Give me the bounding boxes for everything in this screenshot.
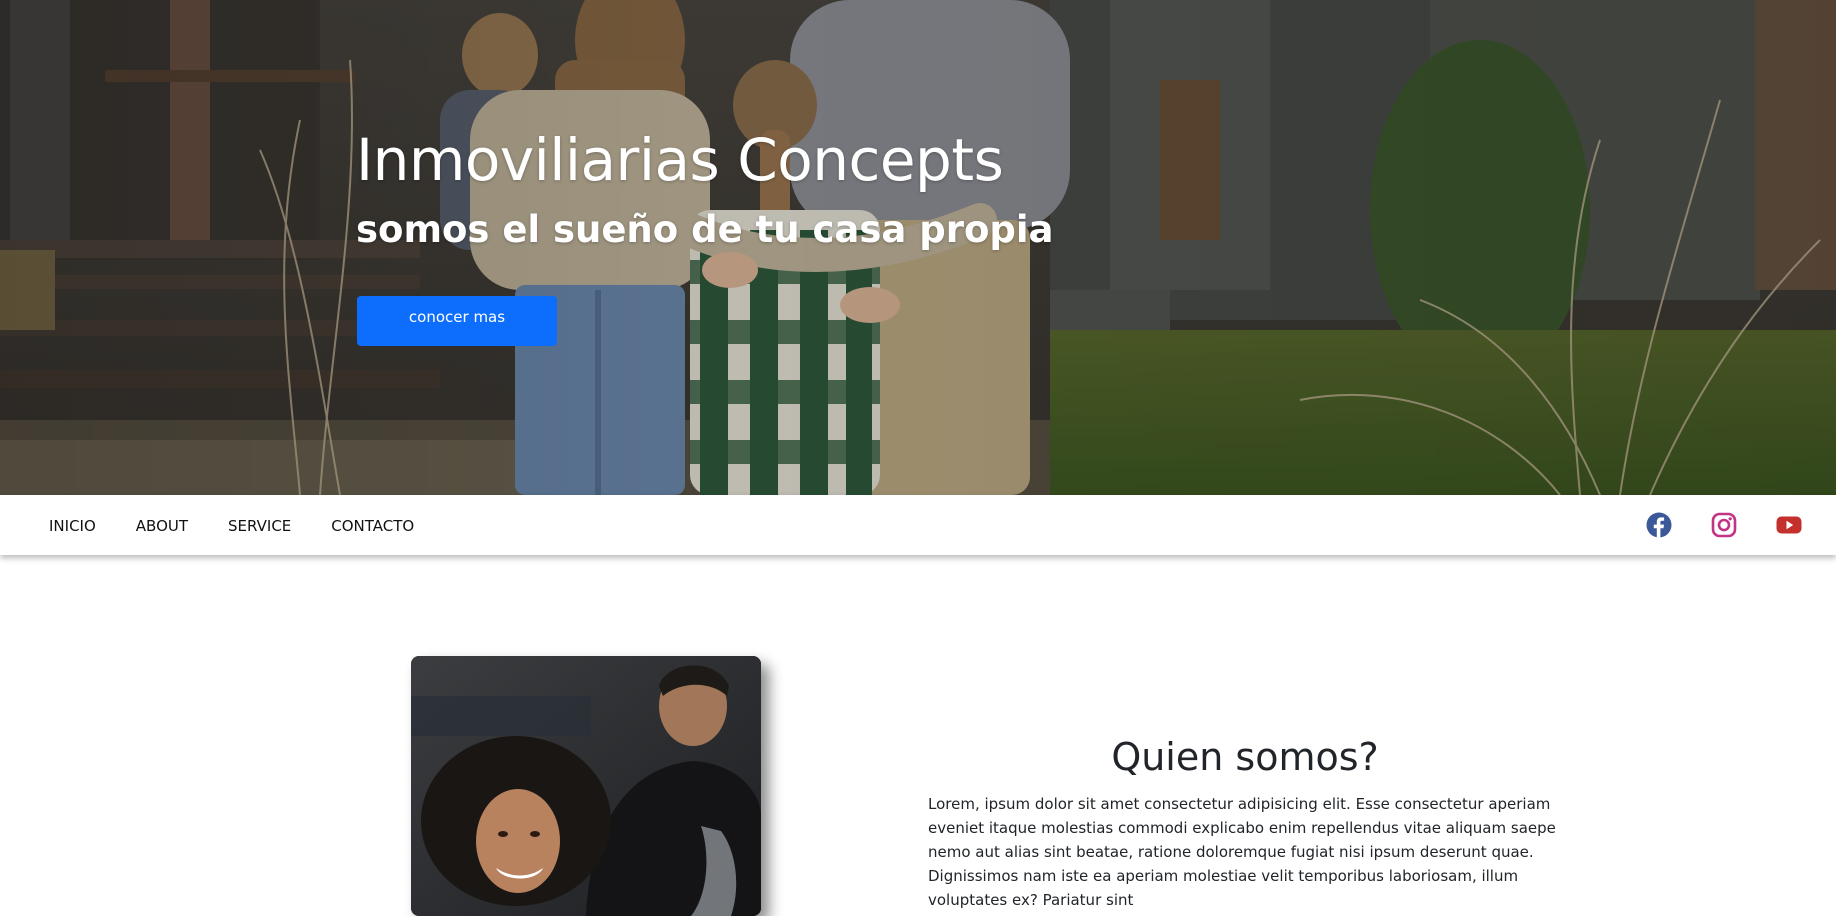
main-navbar: INICIO ABOUT SERVICE CONTACTO xyxy=(0,495,1836,555)
facebook-icon xyxy=(1646,512,1672,538)
about-heading: Quien somos? xyxy=(1111,735,1379,779)
nav-link-service[interactable]: SERVICE xyxy=(228,517,291,535)
instagram-link[interactable] xyxy=(1711,512,1737,538)
nav-link-about[interactable]: ABOUT xyxy=(136,517,188,535)
nav-item-contacto: CONTACTO xyxy=(331,516,414,535)
youtube-link[interactable] xyxy=(1776,512,1802,538)
nav-item-inicio: INICIO xyxy=(49,516,96,535)
social-links xyxy=(1646,495,1802,555)
hero-subtitle: somos el sueño de tu casa propia xyxy=(356,208,1054,251)
about-paragraph: Lorem, ipsum dolor sit amet consectetur … xyxy=(928,795,1556,909)
hero-title: Inmoviliarias Concepts xyxy=(356,126,1004,194)
nav-item-about: ABOUT xyxy=(136,516,188,535)
nav-link-contacto[interactable]: CONTACTO xyxy=(331,517,414,535)
nav-link-inicio[interactable]: INICIO xyxy=(49,517,96,535)
hero-banner: Inmoviliarias Concepts somos el sueño de… xyxy=(0,0,1836,495)
about-team-photo xyxy=(411,656,761,916)
instagram-icon xyxy=(1711,512,1737,538)
facebook-link[interactable] xyxy=(1646,512,1672,538)
nav-item-service: SERVICE xyxy=(228,516,291,535)
youtube-icon xyxy=(1776,516,1802,534)
conocer-mas-button[interactable]: conocer mas xyxy=(357,296,557,346)
team-photo-illustration xyxy=(411,656,761,916)
nav-menu: INICIO ABOUT SERVICE CONTACTO xyxy=(49,495,414,555)
